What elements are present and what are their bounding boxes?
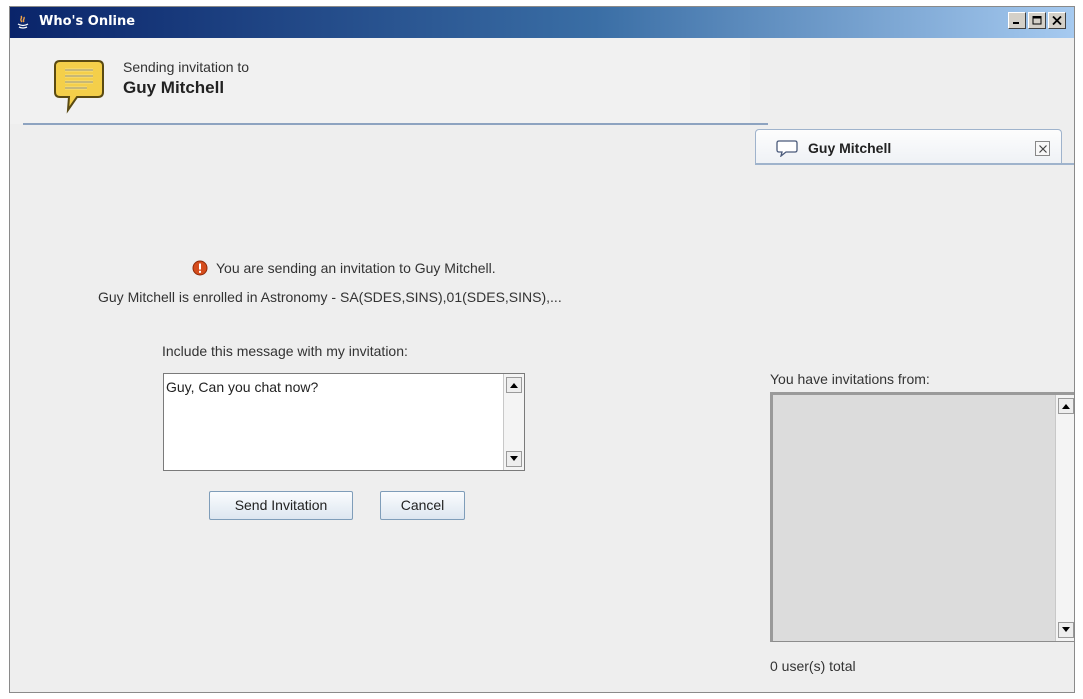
send-invitation-button[interactable]: Send Invitation xyxy=(209,491,353,520)
maximize-button[interactable] xyxy=(1028,12,1046,29)
arrow-up-icon xyxy=(1062,404,1070,409)
close-icon xyxy=(1039,145,1047,153)
tab-guy-mitchell[interactable]: Guy Mitchell xyxy=(755,129,1062,165)
java-app-icon xyxy=(17,15,29,29)
message-label: Include this message with my invitation: xyxy=(162,343,408,359)
invitations-list[interactable] xyxy=(770,392,1074,642)
minimize-button[interactable] xyxy=(1008,12,1026,29)
arrow-down-icon xyxy=(510,456,518,461)
message-textarea[interactable]: Guy, Can you chat now? xyxy=(163,373,525,471)
invitations-scrollbar[interactable] xyxy=(1055,395,1074,641)
warning-icon xyxy=(192,260,208,276)
users-total-label: 0 user(s) total xyxy=(770,658,856,674)
minimize-icon xyxy=(1013,22,1019,24)
invitation-header: Sending invitation to Guy Mitchell xyxy=(10,38,750,124)
scroll-down-button[interactable] xyxy=(1058,622,1074,638)
window-title: Who's Online xyxy=(39,14,136,29)
sending-invitation-label: Sending invitation to xyxy=(123,59,250,75)
recipient-name: Guy Mitchell xyxy=(123,78,225,97)
message-text: Guy, Can you chat now? xyxy=(166,379,319,395)
tab-label: Guy Mitchell xyxy=(808,140,892,156)
arrow-down-icon xyxy=(1062,627,1070,632)
scroll-up-button[interactable] xyxy=(506,377,522,393)
invitations-label: You have invitations from: xyxy=(770,371,930,387)
warning-text: You are sending an invitation to Guy Mit… xyxy=(216,260,496,276)
close-icon xyxy=(1052,16,1062,25)
arrow-up-icon xyxy=(510,383,518,388)
speech-bubble-icon xyxy=(54,60,104,114)
cancel-button[interactable]: Cancel xyxy=(380,491,465,520)
scroll-up-button[interactable] xyxy=(1058,398,1074,414)
close-tab-button[interactable] xyxy=(1035,141,1050,156)
scroll-down-button[interactable] xyxy=(506,451,522,467)
whos-online-window: Who's Online Sending invitation to Guy M… xyxy=(9,6,1075,693)
side-tab-divider xyxy=(755,163,1074,165)
chat-bubble-icon xyxy=(776,140,798,157)
header-divider xyxy=(23,123,768,125)
close-button[interactable] xyxy=(1048,12,1066,29)
maximize-icon xyxy=(1032,16,1042,25)
title-bar[interactable]: Who's Online xyxy=(10,7,1074,38)
enrollment-text: Guy Mitchell is enrolled in Astronomy - … xyxy=(98,289,562,305)
message-scrollbar[interactable] xyxy=(503,374,524,470)
warning-notice: You are sending an invitation to Guy Mit… xyxy=(192,260,496,276)
